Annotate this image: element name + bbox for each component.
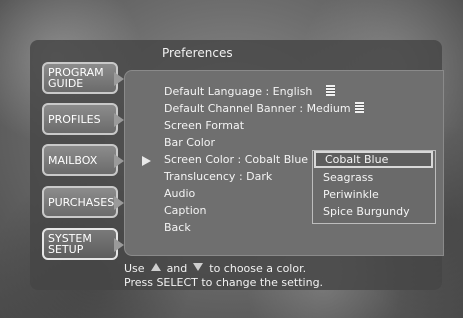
sidebar-item-label: PURCHASES bbox=[48, 195, 115, 209]
down-arrow-icon bbox=[193, 263, 204, 271]
sidebar-item-label: SETUP bbox=[48, 243, 84, 256]
menu-item-default-channel-banner[interactable]: Default Channel Banner : Medium bbox=[164, 102, 364, 115]
sidebar-item-program-guide[interactable]: PROGRAM GUIDE bbox=[42, 62, 124, 94]
menu-item-screen-color[interactable]: Screen Color : Cobalt Blue bbox=[164, 153, 308, 166]
sidebar-item-purchases[interactable]: PURCHASES bbox=[42, 186, 124, 218]
help-text-line-1: Use and to choose a color. bbox=[124, 262, 306, 275]
dropdown-option-spice-burgundy[interactable]: Spice Burgundy bbox=[323, 205, 410, 218]
sidebar-item-mailbox[interactable]: MAILBOX bbox=[42, 144, 124, 176]
menu-item-translucency[interactable]: Translucency : Dark bbox=[164, 170, 272, 183]
dropdown-option-periwinkle[interactable]: Periwinkle bbox=[323, 188, 379, 201]
sidebar-item-profiles[interactable]: PROFILES bbox=[42, 103, 124, 135]
list-popup-icon bbox=[354, 102, 364, 113]
menu-item-label: Default Language : English bbox=[164, 85, 313, 98]
dropdown-option-cobalt-blue[interactable]: Cobalt Blue bbox=[314, 151, 433, 168]
menu-item-default-language[interactable]: Default Language : English bbox=[164, 85, 336, 98]
sidebar-item-label: PROFILES bbox=[48, 112, 101, 126]
dropdown-option-seagrass[interactable]: Seagrass bbox=[323, 171, 373, 184]
menu-item-label: Default Channel Banner : Medium bbox=[164, 102, 351, 115]
menu-item-bar-color[interactable]: Bar Color bbox=[164, 136, 215, 149]
help-text-line-2: Press SELECT to change the setting. bbox=[124, 276, 324, 289]
sidebar-item-label: GUIDE bbox=[48, 77, 84, 90]
up-arrow-icon bbox=[150, 263, 161, 271]
sidebar-item-label: MAILBOX bbox=[48, 153, 98, 167]
page-title: Preferences bbox=[162, 46, 233, 60]
help-text: Use bbox=[124, 262, 145, 275]
list-popup-icon bbox=[326, 85, 336, 96]
screen-color-dropdown: Cobalt Blue Seagrass Periwinkle Spice Bu… bbox=[312, 150, 436, 224]
sidebar-item-system-setup[interactable]: SYSTEM SETUP bbox=[42, 228, 124, 260]
help-text: and bbox=[166, 262, 188, 275]
menu-item-screen-format[interactable]: Screen Format bbox=[164, 119, 244, 132]
help-text: to choose a color. bbox=[209, 262, 307, 275]
menu-item-back[interactable]: Back bbox=[164, 221, 191, 234]
menu-item-caption[interactable]: Caption bbox=[164, 204, 206, 217]
menu-item-audio[interactable]: Audio bbox=[164, 187, 195, 200]
